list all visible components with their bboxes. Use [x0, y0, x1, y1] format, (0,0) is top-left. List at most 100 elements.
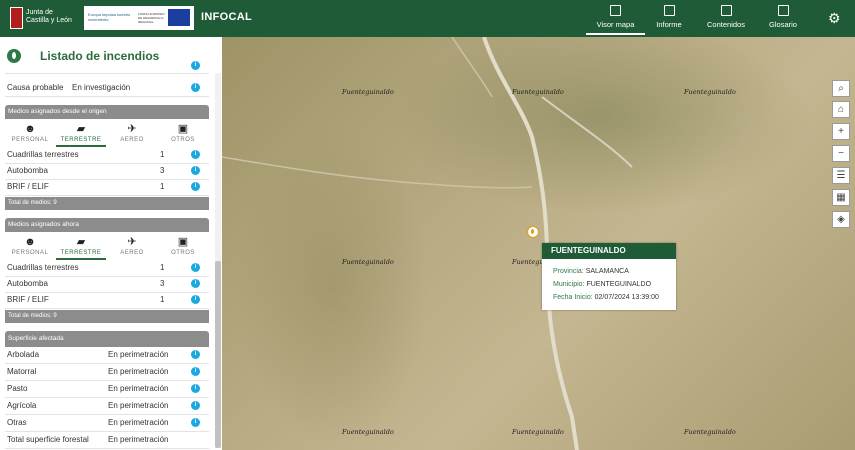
layers-icon[interactable]: ◈: [832, 211, 850, 228]
info-icon[interactable]: i: [191, 367, 200, 376]
report-icon: [663, 5, 675, 16]
tab-aereo[interactable]: ✈ AEREO: [107, 119, 157, 145]
table-row: Cuadrillas terrestres 1 i: [5, 147, 209, 164]
tab-terrestre[interactable]: ▰ TERRESTRE: [56, 232, 106, 260]
scrollbar-thumb[interactable]: [215, 261, 221, 448]
info-icon[interactable]: i: [191, 166, 200, 175]
table-row: Pasto En perimetración i: [5, 381, 209, 398]
truck-icon: ▰: [76, 236, 86, 248]
legend-icon[interactable]: ☰: [832, 167, 850, 184]
gear-icon[interactable]: ⚙: [828, 10, 841, 27]
top-bar: Junta de Castilla y León Europa impulsa …: [0, 0, 855, 37]
info-icon[interactable]: i: [191, 401, 200, 410]
resource-label: Autobomba: [7, 279, 48, 288]
person-icon: ☻: [24, 123, 36, 135]
tab-personal[interactable]: ☻ PERSONAL: [5, 232, 55, 258]
surface-value: En perimetración: [108, 435, 169, 444]
search-icon[interactable]: ⌕: [832, 80, 850, 97]
fecha-label: Fecha Inicio:: [553, 294, 593, 301]
zoom-in-icon[interactable]: +: [832, 123, 850, 140]
nav-label: Visor mapa: [596, 20, 635, 29]
fecha-value: 02/07/2024 13:39:00: [594, 294, 659, 301]
app-name: INFOCAL: [201, 11, 252, 23]
map-place-label: Fuenteguinaldo: [684, 88, 736, 96]
municipio-value: FUENTEGUINALDO: [586, 281, 652, 288]
info-icon[interactable]: i: [191, 61, 200, 70]
satellite-map[interactable]: Fuenteguinaldo Fuenteguinaldo Fuenteguin…: [222, 37, 855, 450]
resource-label: BRIF / ELIF: [7, 182, 49, 191]
surface-value: En perimetración: [108, 350, 169, 359]
resource-label: Autobomba: [7, 166, 48, 175]
nav-contenidos[interactable]: Contenidos: [703, 5, 749, 33]
eu-flag-icon: [168, 9, 190, 26]
nav-glosario[interactable]: Glosario: [763, 5, 803, 33]
map-place-label: Fuenteguinaldo: [512, 88, 564, 96]
tab-otros[interactable]: ▣ OTROS: [158, 232, 208, 258]
surface-label: Otras: [7, 418, 27, 427]
table-row: Total superficie forestal En perimetraci…: [5, 432, 209, 449]
resource-count: 3: [160, 279, 165, 288]
provincia-value: SALAMANCA: [585, 268, 629, 275]
info-icon[interactable]: i: [191, 182, 200, 191]
jcyl-line2: Castilla y León: [26, 17, 72, 24]
origin-total: Total de medios: 9: [5, 197, 209, 210]
panel-title: Listado de incendios: [40, 49, 160, 63]
surface-label: Arbolada: [7, 350, 40, 359]
provincia-label: Provincia:: [553, 268, 584, 275]
resource-count: 1: [160, 182, 165, 191]
panel-scrollbar[interactable]: [215, 73, 221, 448]
tab-personal[interactable]: ☻ PERSONAL: [5, 119, 55, 145]
table-row: BRIF / ELIF 1 i: [5, 292, 209, 309]
now-tabs: ☻ PERSONAL ▰ TERRESTRE ✈ AEREO ▣ OTROS: [5, 232, 209, 260]
info-icon[interactable]: i: [191, 418, 200, 427]
nav-informe[interactable]: Informe: [650, 5, 688, 33]
table-row: Cuadrillas terrestres 1 i: [5, 260, 209, 277]
resource-count: 1: [160, 295, 165, 304]
popup-fecha: Fecha Inicio: 02/07/2024 13:39:00: [553, 294, 659, 301]
popup-provincia: Provincia: SALAMANCA: [553, 268, 629, 275]
surface-value: En perimetración: [108, 418, 169, 427]
tab-aereo[interactable]: ✈ AEREO: [107, 232, 157, 258]
cause-row: Causa probable En investigación i: [5, 80, 209, 97]
surface-label: Agrícola: [7, 401, 37, 410]
info-icon[interactable]: i: [191, 350, 200, 359]
list-item-partial: i: [5, 61, 209, 74]
map-roads: [222, 37, 633, 450]
origin-section-title: Medios asignados desde el origen: [5, 105, 209, 119]
table-row: Otras En perimetración i: [5, 415, 209, 432]
info-icon[interactable]: i: [191, 150, 200, 159]
map-place-label: Fuenteguinaldo: [342, 428, 394, 436]
tab-otros[interactable]: ▣ OTROS: [158, 119, 208, 145]
info-icon[interactable]: i: [191, 263, 200, 272]
nav-visor-mapa[interactable]: Visor mapa: [586, 5, 645, 35]
jcyl-logo-text: Junta de Castilla y León: [26, 9, 72, 25]
zoom-out-icon[interactable]: −: [832, 145, 850, 162]
incident-popup: FUENTEGUINALDO Provincia: SALAMANCA Muni…: [542, 243, 676, 310]
tab-label: PERSONAL: [11, 137, 49, 143]
map-place-label: Fuenteguinaldo: [342, 258, 394, 266]
map-place-label: Fuenteguinaldo: [684, 428, 736, 436]
info-icon[interactable]: i: [191, 384, 200, 393]
table-row: Arbolada En perimetración i: [5, 347, 209, 364]
popup-municipio: Municipio: FUENTEGUINALDO: [553, 281, 651, 288]
info-icon[interactable]: i: [191, 295, 200, 304]
municipio-label: Municipio:: [553, 281, 585, 288]
plane-icon: ✈: [127, 123, 137, 135]
surface-label: Total superficie forestal: [7, 435, 89, 444]
qr-icon[interactable]: ▦: [832, 189, 850, 206]
map-icon: [610, 5, 621, 16]
surface-value: En perimetración: [108, 384, 169, 393]
table-row: Matorral En perimetración i: [5, 364, 209, 381]
map-place-label: Fuenteguinaldo: [342, 88, 394, 96]
tab-label: OTROS: [171, 137, 195, 143]
surface-label: Pasto: [7, 384, 28, 393]
cause-label: Causa probable: [7, 83, 64, 92]
tab-terrestre[interactable]: ▰ TERRESTRE: [56, 119, 106, 147]
info-icon[interactable]: i: [191, 279, 200, 288]
home-icon[interactable]: ⌂: [832, 101, 850, 118]
surface-section-title: Superficie afectada: [5, 331, 209, 347]
tab-label: TERRESTRE: [60, 250, 102, 256]
fire-marker-icon[interactable]: [527, 226, 539, 238]
incident-panel: Listado de incendios i Causa probable En…: [0, 37, 222, 450]
info-icon[interactable]: i: [191, 83, 200, 92]
